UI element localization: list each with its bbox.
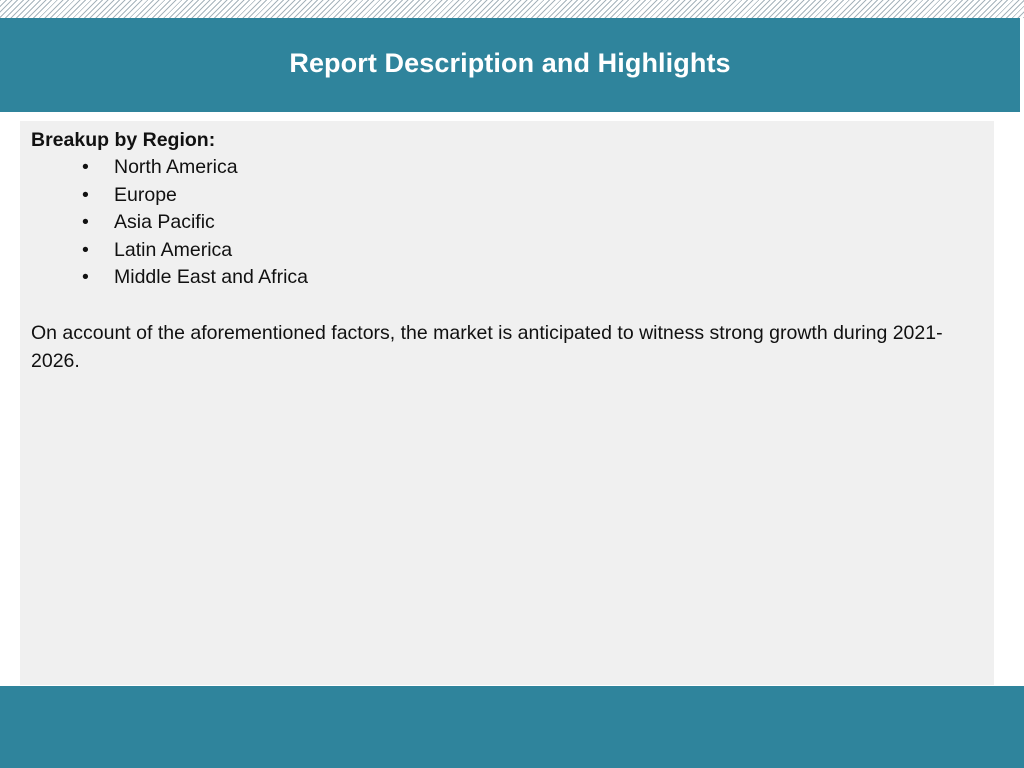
list-item-latin-america: • Latin America — [31, 237, 982, 265]
list-item-middle-east-africa: • Middle East and Africa — [31, 264, 982, 292]
decorative-stripe-band — [0, 0, 1024, 18]
region-list: • North America • Europe • Asia Pacific … — [31, 154, 982, 292]
slide-title: Report Description and Highlights — [289, 47, 731, 78]
bullet-icon: • — [82, 183, 89, 206]
bullet-icon: • — [82, 211, 89, 233]
region-label: Middle East and Africa — [114, 266, 309, 288]
content-panel: Breakup by Region: • North America • Eur… — [20, 121, 994, 685]
summary-paragraph: On account of the aforementioned factors… — [31, 321, 943, 372]
region-heading: Breakup by Region: — [31, 129, 216, 151]
region-label: North America — [114, 156, 238, 178]
bullet-icon: • — [82, 156, 89, 178]
footer-banner — [0, 686, 1024, 768]
list-item-europe: • Europe — [31, 182, 982, 210]
region-label: Latin America — [114, 238, 233, 261]
list-item-north-america: • North America — [31, 154, 982, 182]
bullet-icon: • — [82, 266, 89, 288]
region-label: Asia Pacific — [114, 211, 215, 233]
title-banner: Report Description and Highlights — [0, 18, 1020, 112]
list-item-asia-pacific: • Asia Pacific — [31, 209, 982, 237]
bullet-icon: • — [82, 238, 89, 261]
region-label: Europe — [114, 183, 177, 206]
